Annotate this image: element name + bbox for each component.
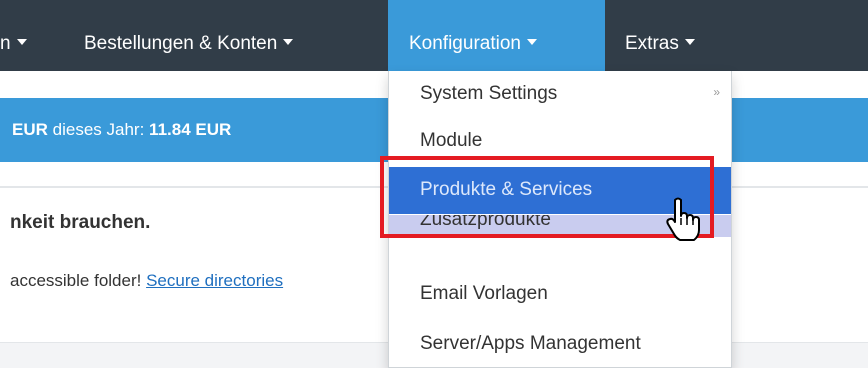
caret-down-icon [684,39,695,45]
caret-down-icon [526,39,537,45]
nav-item-konfiguration[interactable]: Konfiguration [388,0,605,71]
menu-item-label: Email Vorlagen [420,283,548,304]
revenue-stats-text: EUR dieses Jahr: 11.84 EUR [12,120,231,140]
menu-item-system-settings[interactable]: System Settings » [389,71,731,118]
nav-item-label: Bestellungen & Konten [84,33,278,54]
hand-pointer-cursor-icon [666,197,700,241]
top-navbar: n Bestellungen & Konten Konfiguration Ex… [0,0,868,71]
menu-item-server-apps[interactable]: Server/Apps Management [389,321,731,368]
nav-item-label: n [0,33,11,54]
alert-message: accessible folder! [10,271,142,290]
nav-item-label: Konfiguration [409,33,521,54]
stats-prefix-value: EUR [12,120,48,139]
menu-item-label: Server/Apps Management [420,333,641,354]
submenu-arrow-icon: » [713,85,720,99]
nav-item-bestellungen[interactable]: Bestellungen & Konten [84,0,294,71]
nav-item-extras[interactable]: Extras [625,0,695,71]
caret-down-icon [283,39,294,45]
menu-item-email-vorlagen[interactable]: Email Vorlagen [389,271,731,318]
alert-title: nkeit brauchen. [10,212,151,233]
alert-text: accessible folder! Secure directories [10,271,283,291]
menu-item-label: System Settings [420,83,558,104]
caret-down-icon [16,39,27,45]
stats-value: 11.84 EUR [149,120,232,139]
nav-item-truncated[interactable]: n [0,0,27,71]
menu-item-label: Module [420,130,483,151]
stats-label: dieses Jahr: [52,120,145,139]
nav-item-label: Extras [625,33,679,54]
secure-directories-link[interactable]: Secure directories [146,271,283,290]
